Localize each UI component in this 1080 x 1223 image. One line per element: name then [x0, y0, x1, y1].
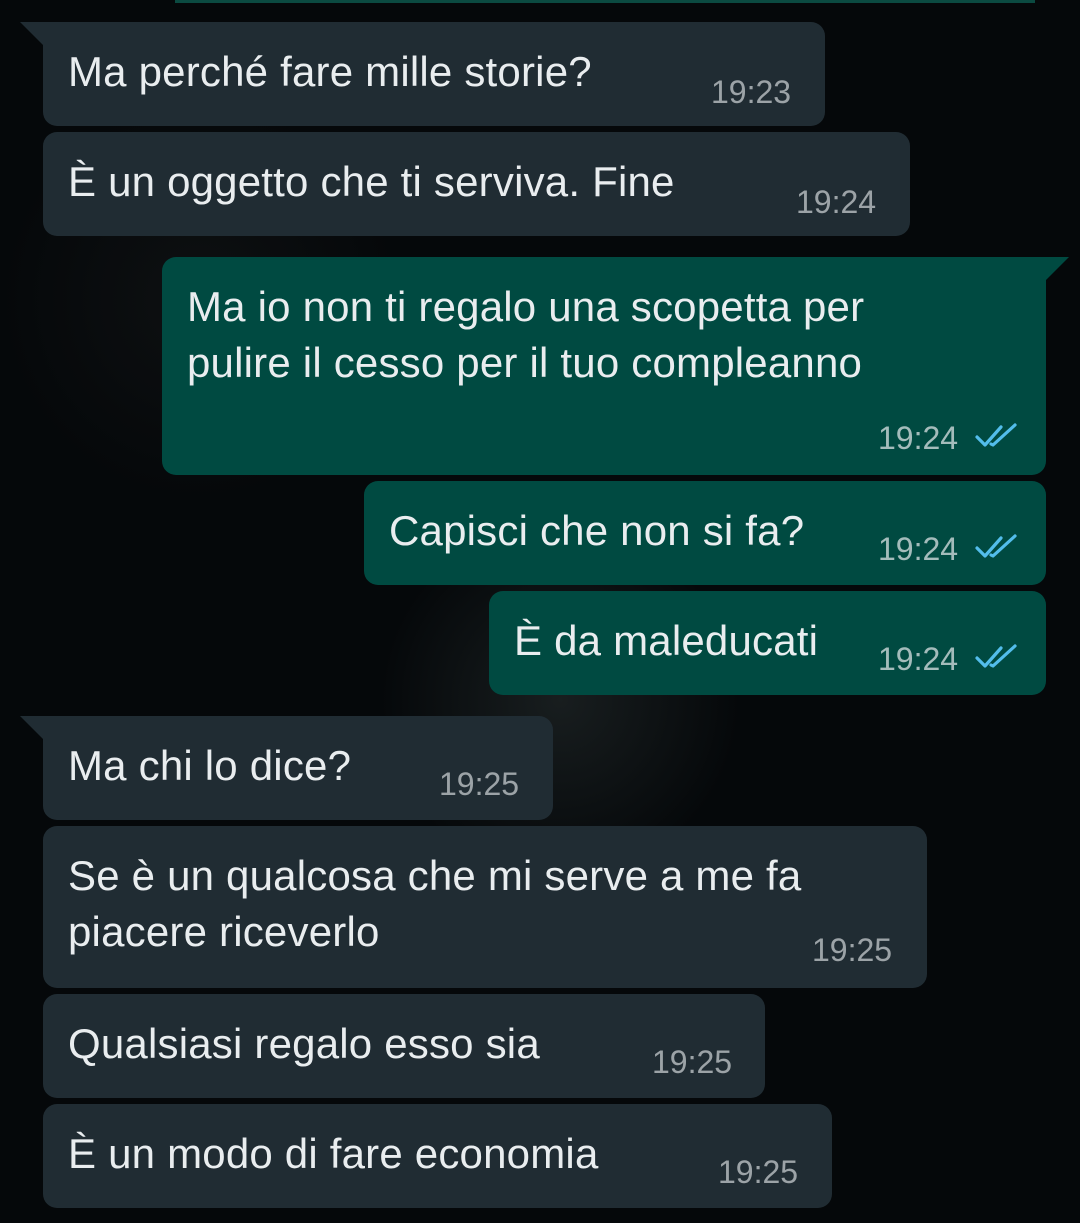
message-text: È un modo di fare economia — [68, 1130, 599, 1177]
message-time: 19:23 — [711, 74, 792, 110]
message-text: Ma perché fare mille storie? — [68, 48, 592, 95]
incoming-bubble-tail — [20, 716, 44, 740]
message-time: 19:25 — [652, 1044, 733, 1080]
double-check-read-icon — [975, 644, 1017, 668]
previous-message-edge — [175, 0, 1035, 3]
message-time: 19:25 — [812, 932, 893, 968]
message-time: 19:24 — [878, 420, 959, 456]
message-text: Ma io non ti regalo una scopetta per pul… — [187, 283, 865, 386]
message-bubble-outgoing[interactable]: È da maleducati 19:24 — [489, 591, 1046, 695]
message-time: 19:24 — [878, 641, 959, 677]
message-time: 19:24 — [878, 531, 959, 567]
message-text: Ma chi lo dice? — [68, 742, 352, 789]
outgoing-bubble-tail — [1045, 257, 1069, 281]
message-text: Qualsiasi regalo esso sia — [68, 1020, 540, 1067]
message-time: 19:25 — [439, 766, 520, 802]
message-text: È un oggetto che ti serviva. Fine — [68, 158, 675, 205]
message-time: 19:25 — [718, 1154, 799, 1190]
message-text: È da maleducati — [514, 617, 819, 664]
double-check-read-icon — [975, 423, 1017, 447]
message-bubble-incoming[interactable]: Se è un qualcosa che mi serve a me fa pi… — [43, 826, 927, 988]
message-text: Se è un qualcosa che mi serve a me fa pi… — [68, 852, 802, 955]
message-bubble-incoming[interactable]: Qualsiasi regalo esso sia 19:25 — [43, 994, 765, 1098]
message-bubble-outgoing[interactable]: Capisci che non si fa? 19:24 — [364, 481, 1046, 585]
message-bubble-incoming[interactable]: È un modo di fare economia 19:25 — [43, 1104, 832, 1208]
message-bubble-incoming[interactable]: Ma perché fare mille storie? 19:23 — [43, 22, 825, 126]
message-bubble-incoming[interactable]: È un oggetto che ti serviva. Fine 19:24 — [43, 132, 910, 236]
double-check-read-icon — [975, 534, 1017, 558]
message-bubble-incoming[interactable]: Ma chi lo dice? 19:25 — [43, 716, 553, 820]
incoming-bubble-tail — [20, 22, 44, 46]
message-text: Capisci che non si fa? — [389, 507, 805, 554]
message-time: 19:24 — [796, 184, 877, 220]
message-bubble-outgoing[interactable]: Ma io non ti regalo una scopetta per pul… — [162, 257, 1046, 475]
